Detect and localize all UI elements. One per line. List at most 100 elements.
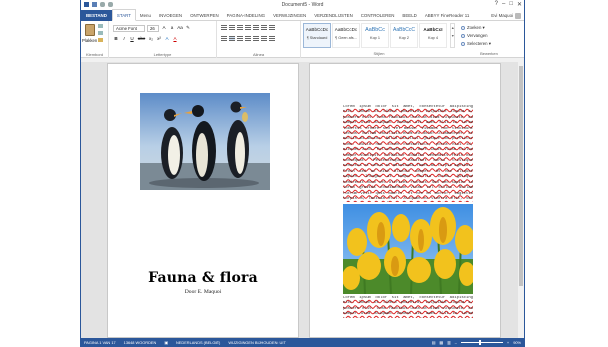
align-right-icon[interactable] (237, 36, 243, 41)
window-title: Document5 - Word (281, 2, 324, 8)
change-case-icon[interactable]: Aa (177, 25, 183, 31)
font-size-select[interactable]: 26 (147, 25, 159, 32)
styles-group-label: Stijlen (373, 51, 385, 56)
zoom-out-icon[interactable]: – (455, 340, 457, 345)
font-name-select[interactable]: Acme Font (113, 25, 145, 32)
zoom-slider[interactable] (460, 340, 503, 345)
select-button[interactable]: Selecteren ▾ (461, 40, 491, 48)
style-sample: AaBbCcDc (334, 27, 358, 32)
tulips-image[interactable] (343, 204, 473, 294)
tab-references[interactable]: VERWIJZINGEN (269, 10, 310, 21)
strikethrough-button[interactable]: abc (137, 36, 146, 41)
increase-indent-icon[interactable] (253, 25, 259, 30)
document-title[interactable]: Fauna & flora (108, 270, 298, 286)
format-painter-icon[interactable] (98, 38, 103, 42)
bullets-icon[interactable] (221, 25, 227, 30)
replace-button[interactable]: Vervangen (461, 32, 491, 40)
paste-button-label[interactable]: Plakken (82, 38, 97, 43)
document-author[interactable]: Door E. Maquoi (108, 289, 298, 295)
ribbon: Plakken Klembord Acme Font 26 A a Aa ✎ B… (81, 21, 524, 58)
line-spacing-icon[interactable] (253, 36, 259, 41)
minimize-icon[interactable]: – (502, 1, 505, 8)
grow-font-icon[interactable]: A (161, 25, 167, 31)
style-heading-2[interactable]: AaBbCcC Kop 2 (390, 23, 418, 48)
underline-button[interactable]: U (129, 36, 135, 41)
justify-icon[interactable] (245, 36, 251, 41)
subscript-button[interactable]: x₂ (148, 36, 154, 41)
paste-icon[interactable] (85, 24, 95, 36)
copy-icon[interactable] (98, 31, 103, 35)
style-sample: AaBbCcI (423, 27, 443, 32)
word-count[interactable]: 13648 WOORDEN (124, 340, 157, 345)
font-size-buttons: A a Aa ✎ (161, 25, 191, 31)
superscript-button[interactable]: x² (156, 36, 162, 41)
language[interactable]: NEDERLANDS (BELGIË) (176, 340, 220, 345)
body-paragraph-2[interactable]: Lorem ipsum dolor sit amet, consectetur … (343, 296, 473, 318)
tab-file[interactable]: BESTAND (81, 9, 112, 21)
tab-menu[interactable]: Menu (136, 10, 155, 21)
page-1[interactable]: Fauna & flora Door E. Maquoi (107, 63, 299, 338)
print-layout-icon[interactable]: ▦ (439, 340, 443, 345)
restore-icon[interactable]: □ (509, 1, 513, 8)
zoom-in-icon[interactable]: + (507, 340, 509, 345)
borders-icon[interactable] (269, 36, 275, 41)
user-account[interactable]: Evi Maquoi (491, 10, 521, 21)
vertical-scrollbar[interactable] (518, 58, 524, 338)
body-paragraph-1[interactable]: Lorem ipsum dolor sit amet, consectetur … (343, 105, 473, 202)
font-group: Acme Font 26 A a Aa ✎ B I U abc x₂ x² A … (109, 21, 217, 58)
tab-design[interactable]: ONTWERPEN (186, 10, 223, 21)
styles-scroll[interactable]: ▲ ▼ (450, 23, 455, 48)
shading-icon[interactable] (261, 36, 267, 41)
scrollbar-thumb[interactable] (519, 66, 523, 286)
font-color-button[interactable]: A (172, 36, 178, 41)
find-button[interactable]: Zoeken ▾ (461, 24, 491, 32)
page-count[interactable]: PAGINA 1 VAN 17 (84, 340, 116, 345)
page-2[interactable]: Lorem ipsum dolor sit amet, consectetur … (309, 63, 501, 338)
track-changes[interactable]: WIJZIGINGEN BIJHOUDEN: UIT (228, 340, 286, 345)
cut-icon[interactable] (98, 24, 103, 28)
editing-group: Zoeken ▾ Vervangen Selecteren ▾ (461, 24, 491, 48)
align-center-icon[interactable] (229, 36, 235, 41)
text-effects-button[interactable]: A (164, 36, 170, 41)
proofing-icon[interactable]: ▣ (164, 340, 168, 345)
paragraph-text: Lorem ipsum dolor sit amet, consectetur … (343, 105, 473, 201)
font-group-label: Lettertype (153, 52, 172, 57)
zoom-level[interactable]: 90% (513, 340, 521, 345)
tab-insert[interactable]: INVOEGEN (155, 10, 186, 21)
ribbon-tabs: BESTAND START Menu INVOEGEN ONTWERPEN PA… (81, 9, 524, 21)
multilevel-list-icon[interactable] (237, 25, 243, 30)
tab-page-layout[interactable]: PAGINA-INDELING (223, 10, 269, 21)
decrease-indent-icon[interactable] (245, 25, 251, 30)
view-zoom-controls: ▤ ▦ ▥ – + 90% (432, 338, 521, 347)
zoom-thumb[interactable] (478, 340, 481, 345)
shrink-font-icon[interactable]: a (169, 25, 175, 31)
show-marks-icon[interactable] (269, 25, 275, 30)
help-icon[interactable]: ? (495, 1, 498, 8)
read-mode-icon[interactable]: ▤ (432, 340, 436, 345)
web-layout-icon[interactable]: ▥ (447, 340, 451, 345)
tab-abbyy[interactable]: ABBYY FineReader 11 (421, 10, 474, 21)
tab-review[interactable]: CONTROLEREN (357, 10, 399, 21)
style-standard[interactable]: AaBbCcDc ¶ Standaard (303, 23, 331, 48)
penguins-image[interactable] (140, 93, 270, 190)
align-left-icon[interactable] (221, 36, 227, 41)
style-sample: AaBbCcDc (305, 27, 329, 32)
style-heading-1[interactable]: AaBbCc Kop 1 (361, 23, 389, 48)
close-icon[interactable]: ✕ (517, 1, 522, 8)
bold-button[interactable]: B (113, 36, 119, 41)
style-no-spacing[interactable]: AaBbCcDc ¶ Geen afs... (332, 23, 360, 48)
list-buttons (221, 25, 275, 30)
status-bar: PAGINA 1 VAN 17 13648 WOORDEN ▣ NEDERLAN… (81, 338, 524, 347)
tab-start[interactable]: START (111, 9, 136, 21)
paragraph-group: Alinea (217, 21, 301, 58)
italic-button[interactable]: I (121, 36, 127, 41)
numbering-icon[interactable] (229, 25, 235, 30)
clear-format-icon[interactable]: ✎ (185, 25, 191, 31)
tab-view[interactable]: BEELD (398, 10, 420, 21)
document-area[interactable]: Fauna & flora Door E. Maquoi Lorem ipsum… (81, 58, 524, 338)
tab-mailings[interactable]: VERZENDLIJSTEN (310, 10, 357, 21)
select-icon (461, 42, 465, 46)
find-label: Zoeken ▾ (467, 25, 485, 30)
style-heading-4[interactable]: AaBbCcI Kop 4 (419, 23, 447, 48)
sort-icon[interactable] (261, 25, 267, 30)
